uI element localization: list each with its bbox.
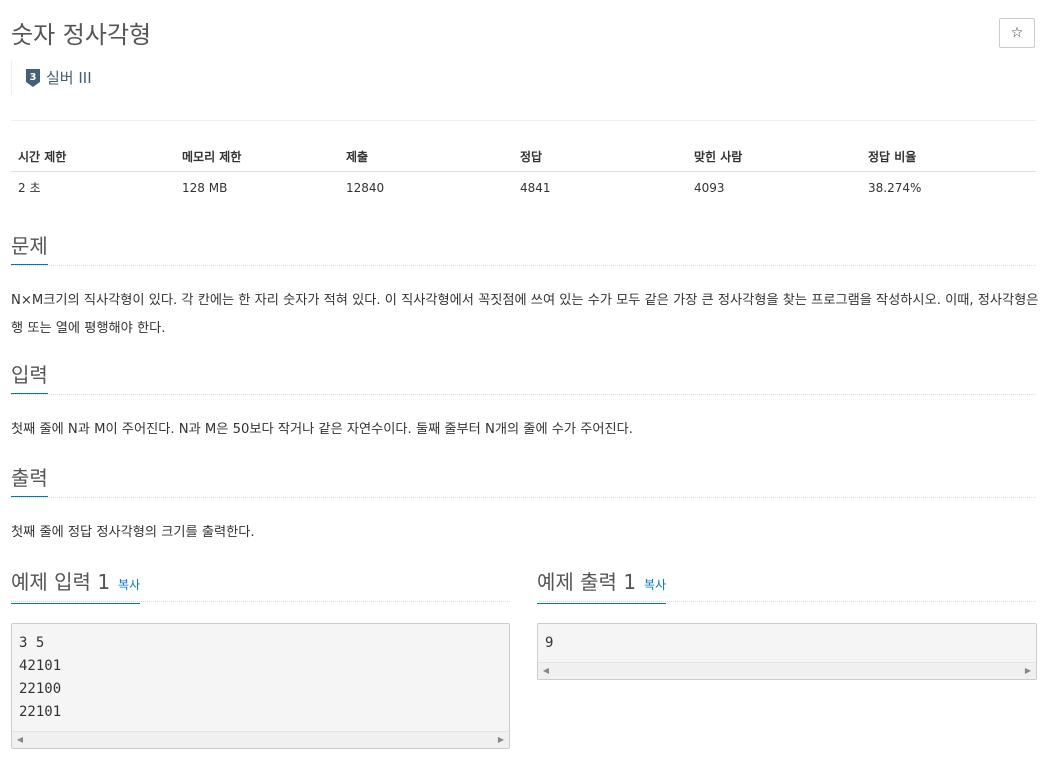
tier-badge[interactable]: 3 실버 III	[11, 61, 92, 94]
sample-output-box[interactable]: 9 ◀ ▶	[537, 623, 1037, 680]
problem-heading: 문제	[11, 231, 48, 265]
sample-output-content: 9	[545, 635, 554, 651]
problem-info-table: 시간 제한 메모리 제한 제출 정답 맞힌 사람 정답 비율 2 초 128 M…	[11, 142, 1036, 203]
page-title: 숫자 정사각형	[11, 21, 152, 49]
output-heading: 출력	[11, 463, 48, 497]
header-accepted: 정답	[513, 142, 687, 172]
memory-limit-value: 128 MB	[182, 180, 228, 195]
header-solved-users: 맞힌 사람	[687, 142, 861, 172]
sample-output-copy-button[interactable]: 복사	[644, 578, 666, 592]
sample-input-scrollbar[interactable]: ◀ ▶	[12, 731, 509, 748]
header-submissions: 제출	[339, 142, 513, 172]
problem-page: 숫자 정사각형 ☆ 3 실버 III 시간 제한 메모리 제한 제출 정답 맞힌…	[0, 0, 1057, 759]
table-row: 2 초 128 MB 12840 4841 4093 38.274%	[11, 172, 1036, 204]
accept-ratio-value: 38.274%	[868, 180, 922, 195]
scroll-left-icon[interactable]: ◀	[12, 732, 28, 748]
accepted-value[interactable]: 4841	[513, 172, 687, 204]
sample-output-scrollbar[interactable]: ◀ ▶	[538, 662, 1036, 679]
scroll-right-icon[interactable]: ▶	[493, 732, 509, 748]
sample-input-heading-wrap: 예제 입력 1 복사	[11, 567, 141, 604]
silver-tier-icon: 3	[26, 68, 40, 87]
table-header-row: 시간 제한 메모리 제한 제출 정답 맞힌 사람 정답 비율	[11, 142, 1036, 172]
tier-number: 3	[30, 72, 37, 83]
submissions-value[interactable]: 12840	[339, 172, 513, 204]
sample-input-box[interactable]: 3 5 42101 22100 22101 ◀ ▶	[11, 623, 510, 749]
tier-label: 실버 III	[46, 69, 92, 87]
time-limit-value: 2 초	[18, 181, 41, 195]
input-heading: 입력	[11, 360, 48, 394]
sample-output-heading: 예제 출력 1	[537, 570, 637, 594]
solved-users-value[interactable]: 4093	[687, 172, 861, 204]
star-icon: ☆	[1010, 25, 1024, 41]
header-time-limit: 시간 제한	[11, 142, 175, 172]
sample-input-copy-button[interactable]: 복사	[118, 578, 140, 592]
input-description: 첫째 줄에 N과 M이 주어진다. N과 M은 50보다 작거나 같은 자연수이…	[11, 422, 633, 437]
input-section-header: 입력	[11, 360, 1036, 395]
divider	[11, 120, 1036, 121]
sample-input-heading: 예제 입력 1	[11, 570, 111, 594]
scroll-left-icon[interactable]: ◀	[538, 663, 554, 679]
problem-description: N×M크기의 직사각형이 있다. 각 칸에는 한 자리 숫자가 적혀 있다. 이…	[11, 293, 1039, 336]
sample-output-section-header: 예제 출력 1 복사	[537, 567, 1036, 604]
problem-section-header: 문제	[11, 231, 1036, 266]
header-accept-ratio: 정답 비율	[861, 142, 1036, 172]
scroll-right-icon[interactable]: ▶	[1020, 663, 1036, 679]
header-memory-limit: 메모리 제한	[175, 142, 339, 172]
sample-input-section-header: 예제 입력 1 복사	[11, 567, 510, 604]
sample-input-content: 3 5 42101 22100 22101	[19, 635, 62, 720]
output-section-header: 출력	[11, 463, 1036, 498]
output-description: 첫째 줄에 정답 정사각형의 크기를 출력한다.	[11, 525, 255, 540]
sample-output-heading-wrap: 예제 출력 1 복사	[537, 567, 667, 604]
favorite-star-button[interactable]: ☆	[999, 18, 1035, 48]
